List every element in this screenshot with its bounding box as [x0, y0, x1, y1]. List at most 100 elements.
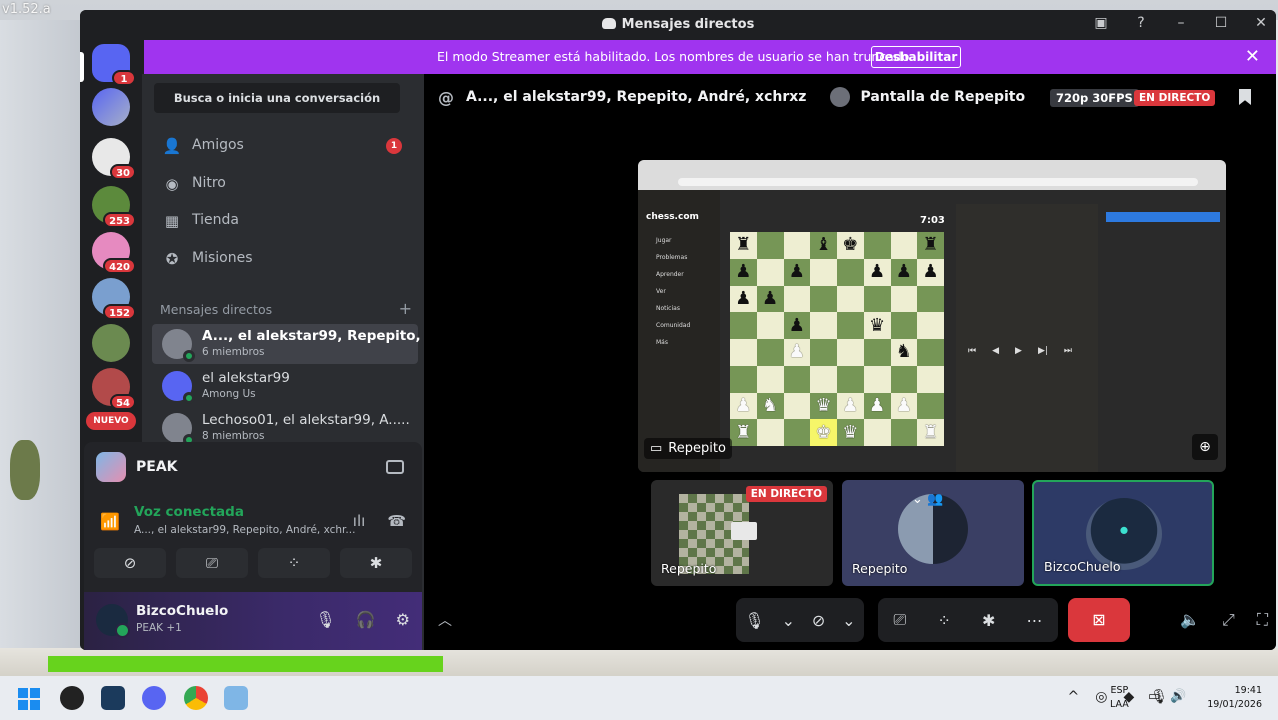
nitro-icon: ◉ [165, 175, 179, 193]
maximize-icon[interactable]: ☐ [1212, 15, 1230, 31]
volume-icon: 🔊 [1170, 689, 1187, 704]
activities-icon[interactable]: ⁘ [937, 611, 950, 630]
voice-channel[interactable]: A..., el alekstar99, Repepito, André, xc… [134, 524, 355, 536]
network-icon: ▭ [1148, 689, 1161, 704]
chevron-up-icon[interactable]: ︿ [438, 610, 452, 630]
camera-off-button[interactable]: ⊘ [94, 548, 166, 578]
chess-square: ♟ [863, 392, 891, 420]
chess-square [890, 365, 918, 393]
quality-badge: 720p 30FPS [1050, 89, 1139, 107]
chess-square [863, 419, 891, 446]
stream-title: Pantalla de Repepito [860, 89, 1026, 105]
windows-start-icon[interactable] [18, 688, 40, 710]
chess-square: ♟ [863, 258, 891, 286]
signal-icon[interactable]: 📶 [100, 512, 120, 531]
server-icon-2[interactable]: 253 [92, 186, 136, 228]
chess-piece: ♟ [788, 314, 805, 336]
server-icon-4[interactable]: 152 [92, 278, 136, 320]
chess-square [783, 392, 811, 420]
chevron-up-icon[interactable]: ^ [1067, 689, 1079, 705]
main-stream[interactable]: chess.com Jugar Problemas Aprender Ver N… [638, 160, 1226, 472]
chess-board: ♜ ♝ ♚ ♜ ♟ ♟ ♟ ♟ ♟ ♟ ♟ ♟ ♛ ♟ ♞ ♟ ♞ ♛ ♟ ♟ ♟ ♜ ♚ ♛ ♜ [730, 232, 944, 446]
close-banner-icon[interactable]: ✕ [1245, 46, 1260, 67]
dm-header: Mensajes directos + [160, 299, 412, 318]
chrome-icon[interactable] [184, 686, 208, 710]
app-icon-1[interactable] [60, 686, 84, 710]
screen-share-icon[interactable]: ⎚ [894, 610, 907, 630]
server-icon-3[interactable]: 420 [92, 232, 136, 274]
language-indicator[interactable]: ESP LAA [1110, 684, 1129, 712]
voice-server[interactable]: PEAK [96, 452, 178, 482]
chess-piece: ♟ [735, 261, 752, 283]
chess-square [756, 312, 784, 339]
quick-settings[interactable]: ▭ 🔊 [1148, 689, 1186, 704]
server-icon-5[interactable] [92, 324, 130, 362]
title-bar: Mensajes directos ▣ ? – ☐ ✕ [80, 10, 1276, 40]
close-icon[interactable]: ✕ [1252, 15, 1270, 31]
chess-piece: ♟ [735, 394, 752, 416]
nav-nitro[interactable]: ◉ Nitro [152, 166, 414, 200]
server-icon-1[interactable]: 30 [92, 138, 136, 180]
nav-shop[interactable]: ▦ Tienda [152, 203, 414, 237]
chess-square [890, 285, 918, 313]
popout-icon[interactable]: ⤢ [1222, 610, 1235, 630]
help-icon[interactable]: ? [1132, 15, 1150, 31]
leave-call-button[interactable]: ⊠ [1068, 598, 1130, 642]
chess-square [863, 232, 891, 259]
home-button[interactable]: 1 [92, 44, 136, 86]
tile-user-bizcochuelo[interactable]: BizcoChuelo [1032, 480, 1214, 586]
share-screen-button[interactable]: ⎚ [176, 548, 248, 578]
microphone-icon[interactable]: 🎙 [315, 610, 335, 629]
taskbar-clock[interactable]: 19:41 19/01/2026 [1200, 684, 1262, 712]
tile-controls[interactable]: ⌄ 👥 [912, 492, 943, 507]
leave-call-icon: ⊠ [1092, 610, 1106, 629]
zoom-icon[interactable]: ⊕ [1192, 434, 1218, 460]
server-icon-6[interactable]: 54 [92, 368, 136, 410]
at-icon: @ [438, 87, 454, 107]
noise-suppression-icon[interactable]: ılı [353, 512, 366, 530]
soundboard-button[interactable]: ✱ [340, 548, 412, 578]
more-icon[interactable]: ⋯ [1026, 611, 1042, 630]
voice-status[interactable]: Voz conectada [134, 504, 244, 520]
discord-taskbar-icon[interactable] [142, 686, 166, 710]
headphones-icon[interactable]: 🎧 [356, 610, 376, 629]
tray-app-icon[interactable]: ◎ [1095, 689, 1107, 705]
dm-item-alekstar[interactable]: el alekstar99 Among Us [152, 366, 418, 406]
inbox-icon[interactable]: ▣ [1092, 15, 1110, 31]
bookmark-icon[interactable] [1239, 89, 1251, 105]
volume-icon[interactable]: 🔈 [1180, 610, 1200, 630]
disable-streamer-button[interactable]: Deshabilitar [871, 46, 961, 68]
taskbar: ^ ◎ ◆ 🎙 ESP LAA ▭ 🔊 19:41 19/01/2026 [0, 676, 1278, 720]
activities-button[interactable]: ⁘ [258, 548, 330, 578]
search-conversation-button[interactable]: Busca o inicia una conversación [154, 83, 400, 113]
camera-off-icon[interactable]: ⊘ [812, 611, 825, 630]
nav-friends[interactable]: 👤 Amigos 1 [152, 128, 414, 162]
chess-piece: ♟ [842, 394, 859, 416]
disconnect-icon[interactable]: ☎ [387, 512, 406, 530]
chevron-down-icon[interactable]: ⌄ [842, 611, 855, 630]
chess-square [756, 232, 784, 259]
peak-taskbar-icon[interactable] [224, 686, 248, 710]
add-dm-icon[interactable]: + [399, 299, 412, 318]
soundboard-icon[interactable]: ✱ [982, 611, 995, 630]
screen-share-icon: ⎚ [205, 554, 218, 572]
microphone-icon[interactable]: 🎙 [744, 611, 764, 630]
avatar[interactable] [96, 604, 130, 638]
window-controls: ▣ ? – ☐ ✕ [1092, 15, 1270, 31]
chess-square: ♚ [837, 232, 864, 259]
steam-icon[interactable] [101, 686, 125, 710]
tile-user-repepito[interactable]: ⌄ 👥 Repepito [842, 480, 1024, 586]
chess-piece: ♚ [815, 421, 832, 443]
nav-quests[interactable]: ✪ Misiones [152, 241, 414, 275]
chess-square [783, 419, 811, 446]
chevron-down-icon[interactable]: ⌄ [782, 611, 795, 630]
settings-icon[interactable]: ⚙ [396, 610, 410, 629]
activity-icon[interactable] [386, 460, 404, 474]
chess-square: ♞ [890, 339, 918, 366]
fullscreen-icon[interactable]: ⛶ [1257, 610, 1268, 630]
tile-stream-repepito[interactable]: EN DIRECTO Repepito [651, 480, 833, 586]
username[interactable]: BizcoChuelo [136, 603, 228, 619]
dm-item-group-1[interactable]: A..., el alekstar99, Repepito, ... 6 mie… [152, 324, 441, 364]
minimize-icon[interactable]: – [1172, 15, 1190, 31]
server-icon-dm[interactable] [92, 88, 130, 126]
